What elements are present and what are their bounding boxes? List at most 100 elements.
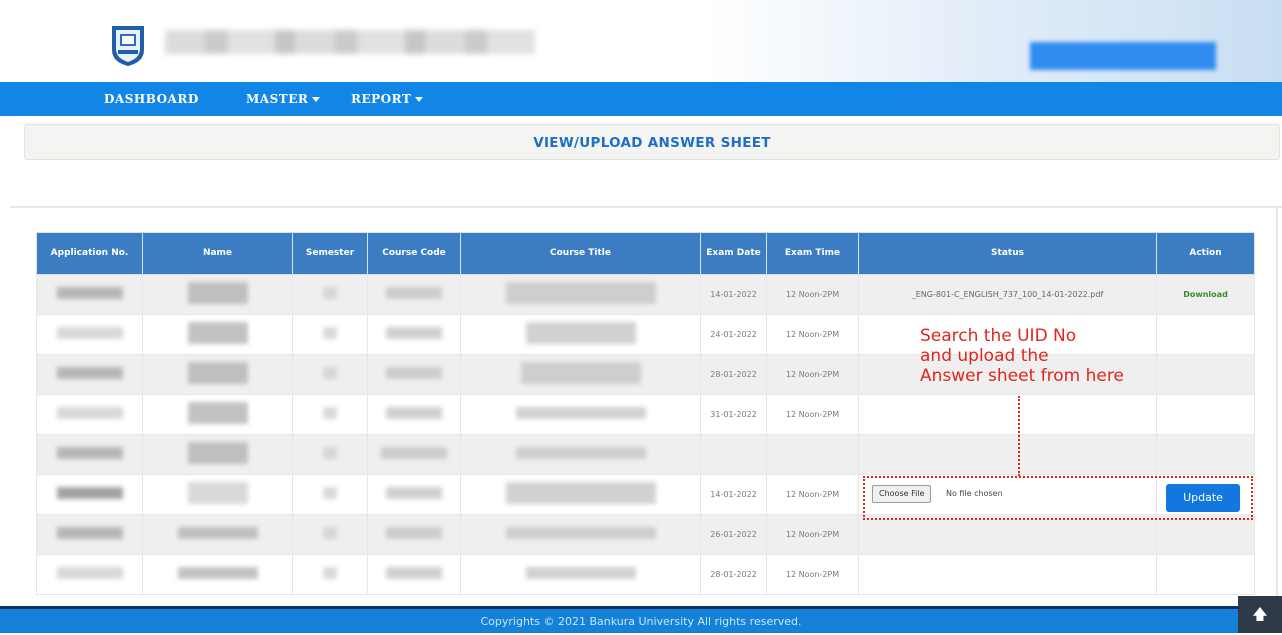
cell-status: _ENG-801-C_ENGLISH_737_100_14-01-2022.pd… (858, 274, 1157, 315)
cell-name (142, 554, 293, 595)
choose-file-button[interactable]: Choose File (872, 485, 932, 503)
table-row: 14-01-2022 12 Noon-2PM _ENG-801-C_ENGLIS… (36, 274, 1255, 315)
university-logo (112, 26, 144, 66)
cell-exam-date: 24-01-2022 (700, 314, 767, 355)
content-border-right (1276, 206, 1278, 606)
cell-application-no (36, 514, 143, 555)
cell-action (1156, 514, 1255, 555)
nav-report[interactable]: REPORT (351, 82, 424, 116)
cell-exam-date: 26-01-2022 (700, 514, 767, 555)
cell-application-no (36, 354, 143, 395)
cell-course-code (367, 474, 461, 515)
cell-course-title (460, 434, 701, 475)
caret-down-icon (415, 97, 424, 102)
cell-name (142, 514, 293, 555)
instruction-annotation: Search the UID No and upload the Answer … (920, 326, 1124, 386)
cell-action: Download (1156, 274, 1255, 315)
cell-course-title (460, 554, 701, 595)
cell-application-no (36, 474, 143, 515)
cell-status (858, 514, 1157, 555)
site-title-redacted (165, 30, 535, 54)
cell-exam-date: 14-01-2022 (700, 474, 767, 515)
cell-name (142, 434, 293, 475)
page-title: VIEW/UPLOAD ANSWER SHEET (533, 135, 771, 151)
nav-master[interactable]: MASTER (246, 82, 321, 116)
col-header-exam-time: Exam Time (766, 232, 859, 275)
cell-exam-date: 28-01-2022 (700, 354, 767, 395)
cell-name (142, 314, 293, 355)
cell-course-title (460, 394, 701, 435)
content-divider (10, 206, 1282, 208)
cell-application-no (36, 314, 143, 355)
cell-exam-date: 28-01-2022 (700, 554, 767, 595)
nav-master-label: MASTER (246, 92, 309, 106)
cell-action (1156, 554, 1255, 595)
cell-semester (292, 354, 368, 395)
cell-course-code (367, 394, 461, 435)
col-header-semester: Semester (292, 232, 368, 275)
nav-dashboard-label: DASHBOARD (104, 92, 199, 106)
site-header (0, 0, 1282, 82)
no-file-text: No file chosen (946, 489, 1003, 498)
cell-exam-time: 12 Noon-2PM (766, 274, 859, 315)
cell-exam-time: 12 Noon-2PM (766, 514, 859, 555)
download-link[interactable]: Download (1183, 290, 1228, 299)
cell-application-no (36, 554, 143, 595)
col-header-course-code: Course Code (367, 232, 461, 275)
col-header-action: Action (1156, 232, 1255, 275)
page-title-panel: VIEW/UPLOAD ANSWER SHEET (24, 124, 1280, 160)
cell-status (858, 554, 1157, 595)
cell-name (142, 354, 293, 395)
cell-action (1156, 314, 1255, 355)
cell-exam-date: 14-01-2022 (700, 274, 767, 315)
cell-course-code (367, 274, 461, 315)
arrow-up-icon[interactable]: 🡅 (1238, 596, 1282, 633)
annotation-pointer-line (1018, 396, 1020, 476)
cell-exam-time: 12 Noon-2PM (766, 554, 859, 595)
cell-status (858, 434, 1157, 475)
update-button[interactable]: Update (1166, 484, 1240, 512)
cell-name (142, 394, 293, 435)
cell-semester (292, 434, 368, 475)
cell-action (1156, 434, 1255, 475)
nav-dashboard[interactable]: DASHBOARD (104, 82, 199, 116)
main-navbar: DASHBOARD MASTER REPORT (0, 82, 1282, 116)
cell-application-no (36, 274, 143, 315)
footer-copyright: Copyrights © 2021 Bankura University All… (480, 615, 802, 628)
cell-course-title (460, 474, 701, 515)
user-badge-redacted[interactable] (1030, 42, 1216, 70)
table-row: 26-01-2022 12 Noon-2PM (36, 514, 1255, 555)
caret-down-icon (312, 97, 321, 102)
cell-course-title (460, 354, 701, 395)
cell-course-title (460, 314, 701, 355)
cell-semester (292, 554, 368, 595)
cell-semester (292, 274, 368, 315)
table-header-row: Application No. Name Semester Course Cod… (36, 232, 1255, 275)
site-footer: Copyrights © 2021 Bankura University All… (0, 606, 1282, 633)
col-header-status: Status (858, 232, 1157, 275)
cell-exam-time: 12 Noon-2PM (766, 314, 859, 355)
cell-course-title (460, 274, 701, 315)
col-header-course-title: Course Title (460, 232, 701, 275)
cell-name (142, 474, 293, 515)
cell-course-code (367, 554, 461, 595)
col-header-application-no: Application No. (36, 232, 143, 275)
cell-course-code (367, 314, 461, 355)
cell-course-code (367, 514, 461, 555)
cell-course-code (367, 434, 461, 475)
table-row: 28-01-2022 12 Noon-2PM (36, 554, 1255, 595)
table-row (36, 434, 1255, 475)
cell-exam-time: 12 Noon-2PM (766, 354, 859, 395)
cell-exam-time: 12 Noon-2PM (766, 394, 859, 435)
col-header-exam-date: Exam Date (700, 232, 767, 275)
cell-exam-date (700, 434, 767, 475)
cell-application-no (36, 394, 143, 435)
cell-course-title (460, 514, 701, 555)
status-filename: _ENG-801-C_ENGLISH_737_100_14-01-2022.pd… (911, 290, 1104, 299)
cell-exam-date: 31-01-2022 (700, 394, 767, 435)
cell-action (1156, 394, 1255, 435)
col-header-name: Name (142, 232, 293, 275)
cell-exam-time (766, 434, 859, 475)
cell-application-no (36, 434, 143, 475)
cell-semester (292, 314, 368, 355)
